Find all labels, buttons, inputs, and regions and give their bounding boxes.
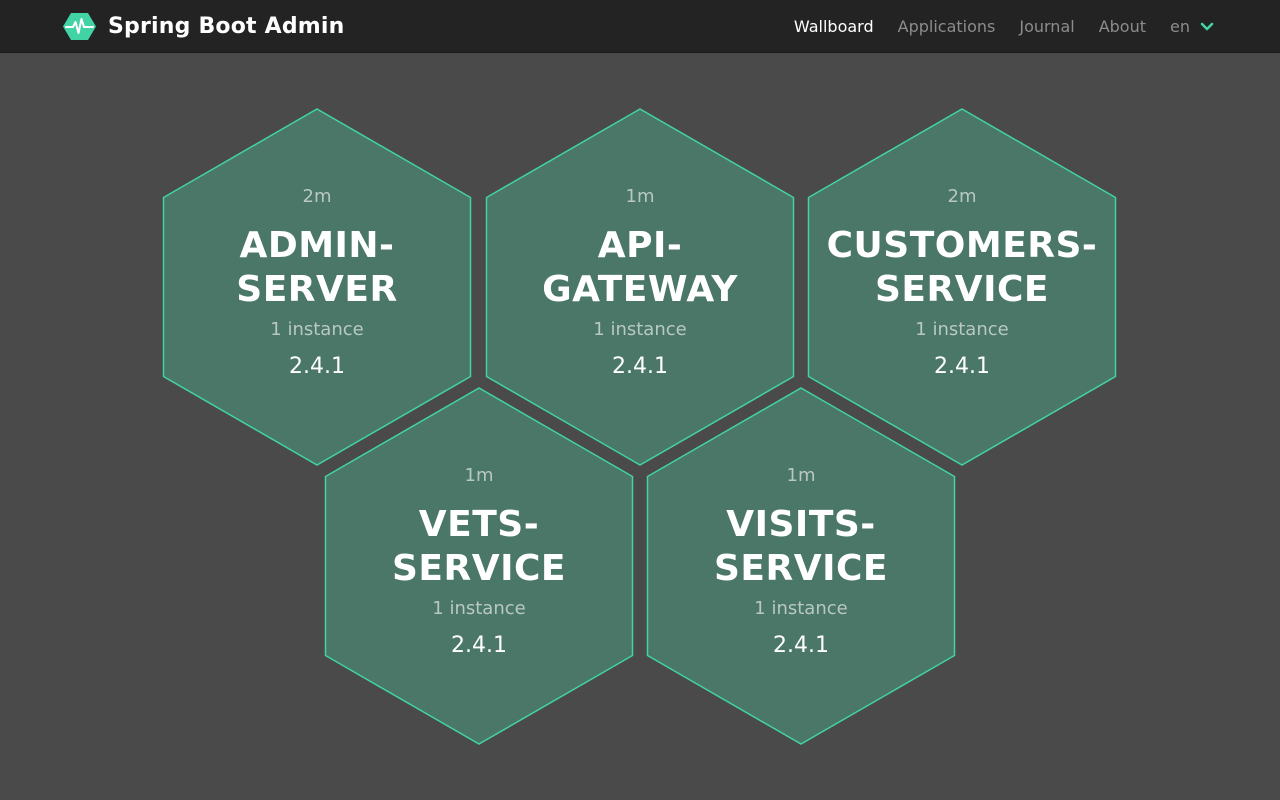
brand-link[interactable]: Spring Boot Admin — [63, 12, 345, 41]
app-instance-count: 1 instance — [593, 319, 687, 340]
app-name: VETS- SERVICE — [324, 503, 634, 591]
app-uptime: 1m — [464, 465, 494, 486]
nav-applications[interactable]: Applications — [898, 17, 996, 36]
app-name-line2: SERVER — [236, 269, 398, 310]
app-name-line2: SERVICE — [713, 548, 888, 589]
app-instance-count: 1 instance — [432, 598, 526, 619]
hex-content: 1m VISITS- SERVICE 1 instance 2.4.1 — [646, 387, 956, 745]
app-version: 2.4.1 — [612, 354, 668, 379]
app-version: 2.4.1 — [289, 354, 345, 379]
app-name: CUSTOMERS- SERVICE — [807, 224, 1117, 312]
top-navbar: Spring Boot Admin Wallboard Applications… — [0, 0, 1280, 53]
language-selector[interactable]: en — [1170, 17, 1214, 36]
application-hex-visits-service[interactable]: 1m VISITS- SERVICE 1 instance 2.4.1 — [646, 387, 956, 745]
app-name-line1: CUSTOMERS- — [826, 225, 1098, 266]
app-instance-count: 1 instance — [915, 319, 1009, 340]
app-name-line2: GATEWAY — [542, 269, 738, 310]
nav-journal[interactable]: Journal — [1019, 17, 1074, 36]
app-name-line2: SERVICE — [874, 269, 1049, 310]
spring-boot-admin-logo-icon — [63, 13, 96, 40]
app-name-line1: ADMIN- — [239, 225, 395, 266]
brand-title: Spring Boot Admin — [108, 14, 345, 39]
app-uptime: 1m — [786, 465, 816, 486]
app-name: API- GATEWAY — [485, 224, 795, 312]
chevron-down-icon — [1200, 22, 1214, 31]
app-name-line1: API- — [597, 225, 683, 266]
nav-about[interactable]: About — [1099, 17, 1146, 36]
app-instance-count: 1 instance — [754, 598, 848, 619]
app-name-line1: VETS- — [418, 504, 540, 545]
app-uptime: 2m — [947, 186, 977, 207]
hex-content: 1m VETS- SERVICE 1 instance 2.4.1 — [324, 387, 634, 745]
app-name: ADMIN- SERVER — [162, 224, 472, 312]
app-name-line2: SERVICE — [391, 548, 566, 589]
language-label: en — [1170, 17, 1190, 36]
main-nav: Wallboard Applications Journal About en — [770, 0, 1214, 53]
app-uptime: 1m — [625, 186, 655, 207]
app-uptime: 2m — [302, 186, 332, 207]
app-name: VISITS- SERVICE — [646, 503, 956, 591]
nav-wallboard[interactable]: Wallboard — [794, 17, 874, 36]
app-name-line1: VISITS- — [726, 504, 876, 545]
app-version: 2.4.1 — [451, 633, 507, 658]
application-hex-vets-service[interactable]: 1m VETS- SERVICE 1 instance 2.4.1 — [324, 387, 634, 745]
app-instance-count: 1 instance — [270, 319, 364, 340]
app-version: 2.4.1 — [934, 354, 990, 379]
app-version: 2.4.1 — [773, 633, 829, 658]
wallboard: 2m ADMIN- SERVER 1 instance 2.4.1 1m API… — [0, 54, 1280, 800]
